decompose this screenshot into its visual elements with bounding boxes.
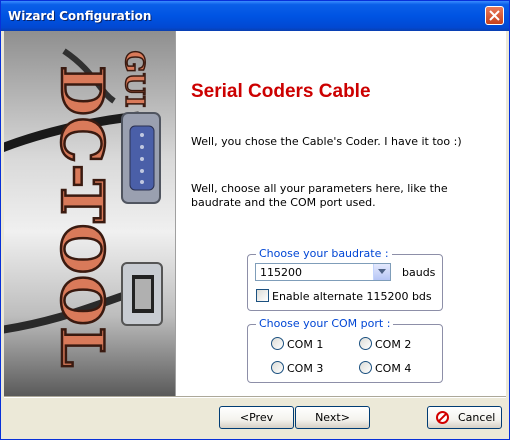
com3-label[interactable]: COM 3 xyxy=(287,362,323,375)
page-title: Serial Coders Cable xyxy=(191,81,371,102)
baudrate-legend: Choose your baudrate : xyxy=(256,247,392,260)
close-icon xyxy=(489,10,500,21)
intro-text: Well, you chose the Cable's Coder. I hav… xyxy=(191,135,462,148)
com-port-group: Choose your COM port : xyxy=(247,317,443,383)
alternate-baud-label[interactable]: Enable alternate 115200 bds xyxy=(272,290,432,303)
baudrate-selected-value: 115200 xyxy=(260,266,302,279)
banner-separator xyxy=(175,31,176,396)
window-title: Wizard Configuration xyxy=(8,9,152,23)
com4-radio[interactable] xyxy=(359,361,372,374)
com4-label[interactable]: COM 4 xyxy=(375,362,411,375)
title-bar[interactable]: Wizard Configuration xyxy=(1,1,509,31)
chevron-down-icon xyxy=(378,269,386,274)
com3-radio[interactable] xyxy=(271,361,284,374)
cancel-icon xyxy=(436,411,449,424)
next-button[interactable]: Next> xyxy=(295,406,370,429)
cancel-label: Cancel xyxy=(458,411,496,424)
dc-tool-logo-image: DC-TOOL GUI xyxy=(4,48,163,370)
com1-label[interactable]: COM 1 xyxy=(287,338,323,351)
wizard-content: DC-TOOL GUI Serial Coders Cable Well, yo… xyxy=(4,31,506,396)
close-button[interactable] xyxy=(485,6,504,25)
svg-text:DC-TOOL: DC-TOOL xyxy=(48,66,116,369)
cancel-button[interactable]: Cancel xyxy=(427,406,502,429)
com-port-legend: Choose your COM port : xyxy=(256,317,394,330)
baudrate-select[interactable]: 115200 xyxy=(255,263,391,281)
banner-image: DC-TOOL GUI xyxy=(4,31,175,396)
com1-radio[interactable] xyxy=(271,337,284,350)
instruction-text: Well, choose all your parameters here, l… xyxy=(191,182,448,209)
baudrate-dropdown-button[interactable] xyxy=(373,264,390,280)
svg-text:GUI: GUI xyxy=(119,50,149,107)
com2-label[interactable]: COM 2 xyxy=(375,338,411,351)
baudrate-unit: bauds xyxy=(402,266,436,279)
wizard-window: Wizard Configuration DC-TOOL GUI Serial … xyxy=(0,0,510,440)
com2-radio[interactable] xyxy=(359,337,372,350)
alternate-baud-checkbox[interactable] xyxy=(256,289,269,302)
prev-button[interactable]: <Prev xyxy=(219,406,294,429)
button-bar-separator xyxy=(4,396,506,398)
